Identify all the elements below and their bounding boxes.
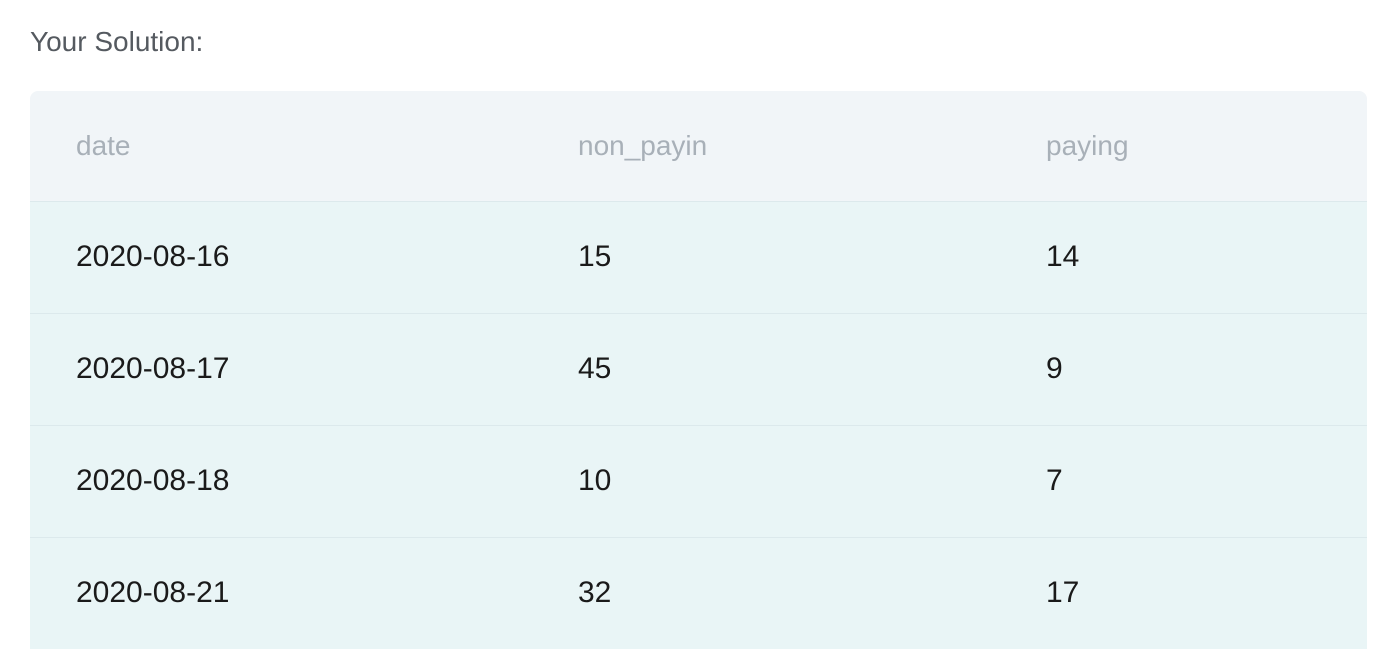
table-row: 2020-08-21 32 17 xyxy=(30,537,1367,649)
table-row: 2020-08-16 15 14 xyxy=(30,201,1367,313)
column-header-date: date xyxy=(76,129,131,161)
cell-paying: 9 xyxy=(1046,352,1063,385)
cell-paying: 7 xyxy=(1046,464,1063,497)
cell-date: 2020-08-21 xyxy=(76,576,230,610)
solution-panel: Your Solution: date non_payin paying 202… xyxy=(0,0,1385,668)
column-header-paying: paying xyxy=(1046,129,1129,161)
cell-paying: 17 xyxy=(1046,576,1080,610)
table-body: 2020-08-16 15 14 2020-08-17 45 9 2020-08… xyxy=(30,201,1367,649)
cell-non-payin: 15 xyxy=(578,240,612,273)
cell-non-payin: 32 xyxy=(578,576,612,610)
results-table-container[interactable]: date non_payin paying 2020-08-16 15 14 2… xyxy=(30,91,1367,668)
cell-paying: 14 xyxy=(1046,240,1080,273)
table-row: 2020-08-17 45 9 xyxy=(30,313,1367,425)
results-table: date non_payin paying 2020-08-16 15 14 2… xyxy=(30,91,1367,649)
cell-date: 2020-08-18 xyxy=(76,464,230,497)
column-header-non-payin: non_payin xyxy=(578,129,708,161)
cell-non-payin: 45 xyxy=(578,352,612,385)
table-header: date non_payin paying xyxy=(30,91,1367,201)
table-row: 2020-08-18 10 7 xyxy=(30,425,1367,537)
cell-date: 2020-08-17 xyxy=(76,352,230,385)
header-row: date non_payin paying xyxy=(30,91,1367,201)
solution-heading: Your Solution: xyxy=(30,26,204,57)
cell-non-payin: 10 xyxy=(578,464,612,497)
cell-date: 2020-08-16 xyxy=(76,240,230,273)
